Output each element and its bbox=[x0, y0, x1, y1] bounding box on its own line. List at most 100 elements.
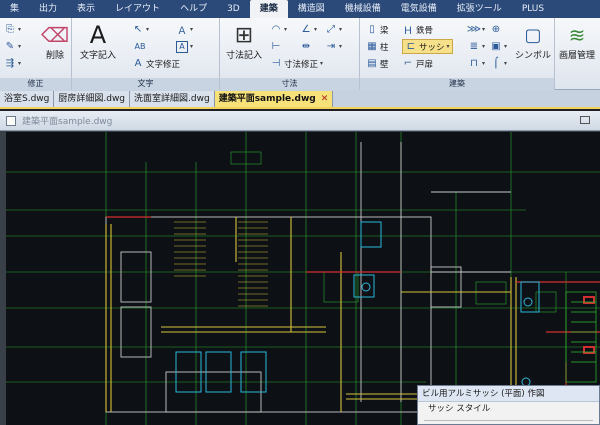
tab-extension[interactable]: 拡張ツール bbox=[447, 0, 512, 18]
door-icon: ⌐ bbox=[403, 58, 413, 69]
pencil-tool[interactable]: ✎ ▾ bbox=[4, 39, 21, 54]
steel-frame-label: 鉄骨 bbox=[416, 25, 434, 36]
text-style-icon: Ａ bbox=[177, 26, 187, 37]
tab-plus[interactable]: PLUS bbox=[512, 0, 554, 18]
symbol-label: シンボル bbox=[514, 51, 551, 61]
tab-view[interactable]: 表示 bbox=[67, 0, 105, 18]
dimension-panel-title: 寸法 bbox=[220, 78, 359, 90]
drawing-window-title: 建築平面sample.dwg bbox=[22, 117, 113, 127]
frame-tool[interactable]: ▣ ▾ bbox=[490, 39, 507, 54]
tab-output[interactable]: 出力 bbox=[29, 0, 67, 18]
wall-label: 壁 bbox=[380, 59, 389, 70]
text-modify-button[interactable]: A 文字修正 bbox=[132, 56, 180, 71]
fixture-tool[interactable]: ⊕ bbox=[490, 22, 502, 37]
tab-mechanical[interactable]: 機械設備 bbox=[335, 0, 391, 18]
text-style-tool[interactable]: Ａ ▾ bbox=[176, 22, 193, 37]
dialog-divider bbox=[424, 420, 593, 421]
pencil-icon: ✎ bbox=[5, 41, 15, 52]
symbol-button[interactable]: ▢ シンボル bbox=[512, 22, 554, 62]
text-ab-tool[interactable]: AB bbox=[132, 39, 148, 54]
architecture-panel-title: 建築 bbox=[360, 78, 554, 90]
beam-button[interactable]: ▯ 梁 bbox=[366, 22, 389, 37]
dimension-move-icon: ⇥ bbox=[326, 41, 336, 52]
pattern-tool[interactable]: ⋙ ▾ bbox=[467, 22, 485, 37]
text-edit-icon: A bbox=[134, 58, 142, 69]
wall-button[interactable]: ▤ 壁 bbox=[366, 56, 389, 71]
delete-label: 削除 bbox=[45, 51, 64, 61]
text-panel-title: 文字 bbox=[72, 78, 219, 90]
layer-management-label: 画層管理 bbox=[559, 51, 596, 61]
doctab-label: 浴室S.dwg bbox=[4, 94, 50, 104]
dimension-entry-label: 寸法記入 bbox=[226, 51, 263, 61]
faucet-icon: ⌠ bbox=[493, 58, 499, 69]
dimension-panel: ⊞ 寸法記入 ◠ ▾ ⊢ ⊣ 寸法修正 ▾ ∠ ▾ ⇹ ⤢ ▾ ⇥ ▾ 寸法 bbox=[220, 18, 360, 90]
doctab-kitchen[interactable]: 厨房詳細図.dwg bbox=[54, 91, 131, 107]
door-button[interactable]: ⌐ 戸扉 bbox=[402, 56, 433, 71]
column-button[interactable]: ▦ 柱 bbox=[366, 39, 389, 54]
beam-label: 梁 bbox=[380, 25, 389, 36]
sash-button[interactable]: ⊏ サッシ ▾ bbox=[402, 39, 453, 54]
stairs-icon: ≣ bbox=[469, 41, 479, 52]
dialog-title: ビル用アルミサッシ (平面) 作図 bbox=[418, 386, 599, 402]
layer-panel: ≋ 画層管理 bbox=[555, 18, 600, 90]
doctab-bathroom[interactable]: 浴室S.dwg bbox=[0, 91, 55, 107]
steel-frame-button[interactable]: Ｈ 鉄骨 bbox=[402, 22, 434, 38]
tab-structure[interactable]: 構造図 bbox=[288, 0, 335, 18]
leader-tool[interactable]: ↖ ▾ bbox=[132, 22, 149, 37]
opening-icon: ⊓ bbox=[470, 58, 478, 69]
tab-3d[interactable]: 3D bbox=[217, 0, 250, 18]
dimension-modify-button[interactable]: ⊣ 寸法修正 ▾ bbox=[270, 56, 323, 71]
linear-dimension-icon: ⊢ bbox=[271, 41, 281, 52]
dimension-style-tool[interactable]: ⤢ ▾ bbox=[325, 22, 342, 37]
dimension-edit-icon: ⊣ bbox=[271, 58, 281, 69]
close-icon[interactable]: ✕ bbox=[321, 94, 329, 104]
layers-icon: ≋ bbox=[568, 23, 586, 47]
dimension-entry-button[interactable]: ⊞ 寸法記入 bbox=[226, 22, 263, 62]
ribbon-tab-bar: 集 出力 表示 レイアウト ヘルプ 3D 建築 構造図 機械設備 電気設備 拡張… bbox=[0, 0, 600, 18]
tab-layout[interactable]: レイアウト bbox=[105, 0, 170, 18]
doctab-washroom[interactable]: 洗面室詳細図.dwg bbox=[130, 91, 215, 107]
dimension-style-icon: ⤢ bbox=[327, 24, 335, 35]
sash-icon: ⊏ bbox=[406, 41, 416, 52]
door-label: 戸扉 bbox=[416, 59, 434, 70]
grid-dimension-icon: ⊞ bbox=[234, 22, 254, 48]
architecture-panel: ▯ 梁 ▦ 柱 ▤ 壁 Ｈ 鉄骨 ⊏ サッシ ▾ ⌐ 戸扉 ⋙ ▾ ≣ ▾ ⊓ ▾ ⊕ ▣ ▾ ⌠ ▾ … bbox=[360, 18, 555, 90]
text-entry-button[interactable]: A 文字記入 bbox=[80, 21, 116, 61]
tab-electrical[interactable]: 電気設備 bbox=[391, 0, 447, 18]
offset-icon: ⇶ bbox=[5, 58, 15, 69]
chain-dimension-tool[interactable]: ⇹ bbox=[300, 39, 312, 54]
text-a-icon: A bbox=[89, 21, 107, 49]
tab-help[interactable]: ヘルプ bbox=[170, 0, 217, 18]
arc-dimension-tool[interactable]: ◠ ▾ bbox=[270, 22, 287, 37]
copy-tool[interactable]: ⎘ ▾ bbox=[4, 22, 21, 37]
text-ab-icon: AB bbox=[134, 42, 146, 51]
drawing-window: 建築平面sample.dwg bbox=[0, 111, 600, 425]
stairs-tool[interactable]: ≣ ▾ bbox=[468, 39, 485, 54]
delete-button[interactable]: ⌫ 削除 bbox=[41, 22, 69, 61]
doctab-label: 建築平面sample.dwg bbox=[218, 94, 316, 104]
tab-edit[interactable]: 集 bbox=[0, 0, 29, 18]
tab-architecture[interactable]: 建築 bbox=[249, 0, 288, 18]
beam-icon: ▯ bbox=[369, 24, 375, 35]
doctab-label: 洗面室詳細図.dwg bbox=[134, 94, 210, 104]
layer-management-button[interactable]: ≋ 画層管理 bbox=[559, 22, 595, 61]
opening-tool[interactable]: ⊓ ▾ bbox=[468, 56, 485, 71]
drawing-window-titlebar: 建築平面sample.dwg bbox=[0, 111, 600, 131]
text-frame-tool[interactable]: A ▾ bbox=[176, 39, 193, 54]
fixture-icon: ⊕ bbox=[491, 24, 501, 35]
maximize-button[interactable] bbox=[580, 116, 590, 124]
dimension-move-tool[interactable]: ⇥ ▾ bbox=[325, 39, 342, 54]
modify-panel: ⎘ ▾ ✎ ▾ ⇶ ▾ ⌫ 削除 修正 bbox=[0, 18, 72, 90]
angle-icon: ∠ bbox=[301, 24, 311, 35]
modify-panel-title: 修正 bbox=[0, 78, 71, 90]
wall-icon: ▤ bbox=[367, 58, 377, 69]
drawing-canvas[interactable] bbox=[6, 132, 600, 425]
ribbon: ⎘ ▾ ✎ ▾ ⇶ ▾ ⌫ 削除 修正 A 文字記入 ↖ ▾ AB A 文字修正 Ａ ▾ A… bbox=[0, 18, 600, 90]
angle-dimension-tool[interactable]: ∠ ▾ bbox=[300, 22, 318, 37]
column-label: 柱 bbox=[380, 42, 389, 53]
linear-dimension-tool[interactable]: ⊢ bbox=[270, 39, 282, 54]
offset-tool[interactable]: ⇶ ▾ bbox=[4, 56, 21, 71]
sash-label: サッシ bbox=[419, 42, 445, 53]
faucet-tool[interactable]: ⌠ ▾ bbox=[490, 56, 507, 71]
doctab-floor-plan[interactable]: 建築平面sample.dwg ✕ bbox=[214, 91, 334, 107]
